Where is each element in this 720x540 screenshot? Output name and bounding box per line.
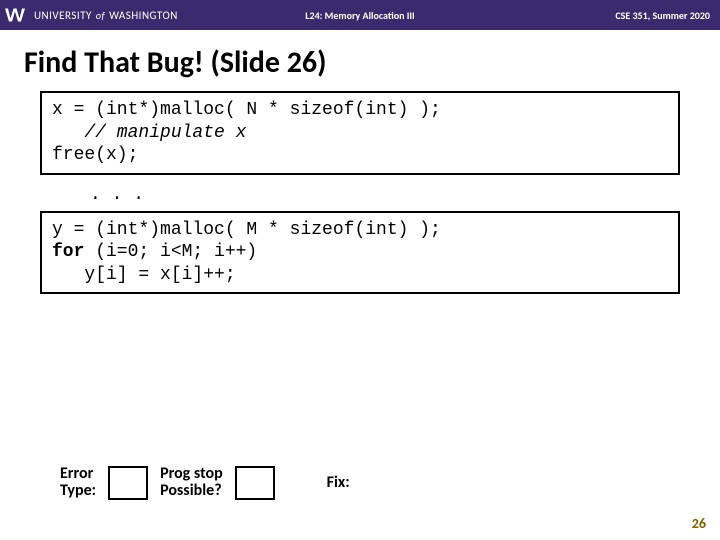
fix-label: Fix: bbox=[327, 475, 350, 492]
answer-row: Error Type: Prog stop Possible? Fix: bbox=[60, 466, 350, 500]
code-comment: // manipulate x bbox=[84, 123, 246, 143]
slide-title: Find That Bug! (Slide 26) bbox=[0, 30, 720, 91]
university-text-of: of bbox=[96, 9, 105, 22]
prog-stop-label: Prog stop Possible? bbox=[160, 466, 223, 500]
code-line: y[i] = x[i]++; bbox=[52, 265, 236, 285]
code-line: x = (int*)malloc( N * sizeof(int) ); bbox=[52, 100, 441, 120]
error-type-label: Error Type: bbox=[60, 466, 96, 500]
code-block-2: y = (int*)malloc( M * sizeof(int) ); for… bbox=[40, 211, 680, 295]
page-number: 26 bbox=[692, 515, 706, 532]
code-ellipsis: . . . bbox=[40, 179, 680, 211]
university-name: UNIVERSITY of WASHINGTON bbox=[34, 9, 178, 22]
code-block-1: x = (int*)malloc( N * sizeof(int) ); // … bbox=[40, 91, 680, 175]
code-keyword: for bbox=[52, 242, 84, 262]
university-text-1: UNIVERSITY bbox=[34, 9, 92, 22]
lecture-label: L24: Memory Allocation III bbox=[305, 9, 414, 22]
top-bar: UNIVERSITY of WASHINGTON L24: Memory All… bbox=[0, 0, 720, 30]
code-line-rest: (i=0; i<M; i++) bbox=[84, 242, 257, 262]
error-type-box[interactable] bbox=[108, 466, 148, 500]
university-text-2: WASHINGTON bbox=[109, 9, 178, 22]
code-line: free(x); bbox=[52, 145, 138, 165]
prog-stop-box[interactable] bbox=[235, 466, 275, 500]
slide: UNIVERSITY of WASHINGTON L24: Memory All… bbox=[0, 0, 720, 540]
course-label: CSE 351, Summer 2020 bbox=[615, 9, 710, 22]
uw-logo-icon bbox=[0, 0, 30, 30]
code-indent bbox=[52, 123, 84, 143]
code-line: y = (int*)malloc( M * sizeof(int) ); bbox=[52, 220, 441, 240]
code-area: x = (int*)malloc( N * sizeof(int) ); // … bbox=[40, 91, 680, 294]
